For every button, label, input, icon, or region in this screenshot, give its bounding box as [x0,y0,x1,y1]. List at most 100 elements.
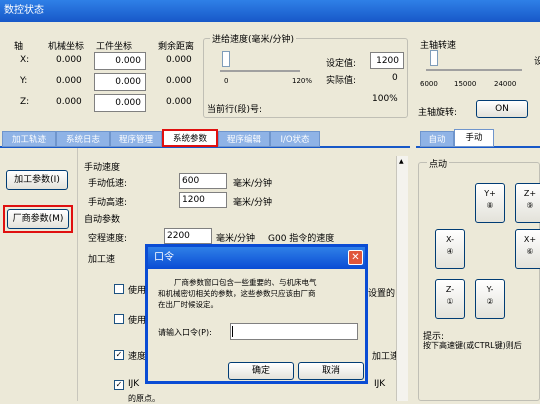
jog-y-minus-label: Y- [486,285,494,294]
jog-z-minus-key: ① [446,297,454,306]
current-line-label: 当前行(段)号: [207,105,263,115]
feed-actual-value: 0 [392,73,398,83]
feed-scale-min: 0 [224,77,229,85]
cancel-button[interactable]: 取消 [298,362,364,380]
feed-speed-title: 进给速度(毫米/分钟) [210,32,297,45]
jog-y-minus-button[interactable]: Y- ② [475,279,505,319]
check-4[interactable]: ✓ [114,380,124,390]
check-2[interactable] [114,314,124,324]
feed-slider-track[interactable] [220,70,300,72]
dialog-message-line2: 和机械密切相关的参数，这些参数只应该由厂商 [158,289,316,298]
jog-y-plus-button[interactable]: Y+ ⑧ [475,183,505,223]
axis-x-label: X: [20,55,30,65]
jog-x-plus-button[interactable]: X+ ⑥ [515,229,540,269]
feed-percent: 100% [372,94,398,104]
jog-x-plus-key: ⑥ [526,247,534,256]
jog-x-minus-key: ④ [446,247,454,256]
check-3[interactable]: ✓ [114,350,124,360]
password-dialog: 口令 ✕ 厂商参数窗口包含一些重要的、与机床电气 和机械密切相关的参数，这些参数… [145,244,368,384]
manual-low-unit: 毫米/分钟 [233,179,273,189]
dialog-title: 口令 [154,252,174,263]
axis-z-remaining: 0.000 [166,97,192,107]
jog-group: 点动 Y+ ⑧ Z+ ⑨ X- ④ X+ ⑥ Z- ① Y- ② 提示: 按下高速键(或CT… [418,157,540,401]
jog-x-minus-label: X- [446,235,454,244]
check-1[interactable] [114,284,124,294]
process-speed-label: 加工速 [88,255,116,265]
check-4-right: IJK [374,379,386,389]
vendor-params-button[interactable]: 厂商参数(M) [7,209,69,229]
text-cursor [232,326,233,337]
axis-x-work: 0.000 [94,52,146,70]
scroll-up-icon[interactable]: ▲ [399,158,404,165]
feed-set-label: 设定值: [326,59,357,69]
axis-z-machine: 0.000 [56,97,82,107]
manual-low-label: 手动低速: [88,179,128,189]
spindle-group: 主轴转速 设 6000 15000 24000 主轴旋转: ON [416,38,540,118]
spindle-on-button[interactable]: ON [476,100,528,118]
jog-x-plus-label: X+ [523,235,537,244]
dialog-message-line1: 厂商参数窗口包含一些重要的、与机床电气 [174,278,317,287]
feed-set-value: 1200 [370,52,404,69]
process-params-button[interactable]: 加工参数(I) [6,170,68,190]
tab-machining-track[interactable]: 加工轨迹 [2,131,56,147]
params-footer: 的原点。 [128,394,160,403]
jog-x-minus-button[interactable]: X- ④ [435,229,465,269]
jog-z-plus-label: Z+ [523,189,537,198]
spindle-set-label: 设 [534,57,540,67]
feed-scale-max: 120% [292,77,313,85]
window-title: 数控状态 [4,5,44,16]
axis-y-label: Y: [20,76,28,86]
jog-y-plus-key: ⑧ [486,201,494,210]
tab-io-status[interactable]: I/O状态 [270,131,320,147]
check-2-label: 使用 [128,316,147,326]
feed-actual-label: 实际值: [326,76,357,86]
axis-panel: 轴 机械坐标 工件坐标 剩余距离 X: 0.000 0.000 0.000 Y:… [0,22,200,122]
spindle-scale-3: 24000 [494,80,517,88]
param-category-sidebar: 加工参数(I) 厂商参数(M) [0,148,78,401]
axis-y-machine: 0.000 [56,76,82,86]
jog-z-minus-label: Z- [445,285,455,294]
dialog-title-bar: 口令 [148,247,365,269]
jog-z-plus-button[interactable]: Z+ ⑨ [515,183,540,223]
params-scrollbar[interactable]: ▲ [396,156,408,401]
manual-low-input[interactable]: 600 [179,173,227,189]
auto-params-heading: 自动参数 [84,215,121,225]
check-1-right: 设置的 [368,289,396,299]
ok-button[interactable]: 确定 [228,362,294,380]
tab-auto[interactable]: 自动 [420,131,454,147]
check-4-label: IJK [128,379,140,389]
feed-speed-group: 进给速度(毫米/分钟) 0 120% 设定值: 1200 实际值: 0 100%… [203,32,408,118]
tab-program-edit[interactable]: 程序编辑 [218,131,270,147]
spindle-slider-thumb[interactable] [430,50,438,66]
password-label: 请输入口令(P): [158,328,212,337]
dialog-message-line3: 在出厂时候设定。 [158,300,218,309]
spindle-slider-track[interactable] [426,69,522,71]
tab-manual[interactable]: 手动 [454,129,494,147]
jog-z-minus-button[interactable]: Z- ① [435,279,465,319]
travel-speed-note: G00 指令的速度 [268,234,335,244]
axis-z-label: Z: [20,97,30,107]
manual-high-unit: 毫米/分钟 [233,198,273,208]
tab-system-params[interactable]: 系统参数 [162,129,218,147]
check-3-right: 加工速 [372,352,400,362]
jog-y-plus-label: Y+ [484,189,496,198]
check-3-label: 速度 [128,352,147,362]
close-icon[interactable]: ✕ [348,250,363,265]
feed-slider-thumb[interactable] [222,51,230,67]
manual-high-input[interactable]: 1200 [179,192,227,208]
jog-tip-text: 按下高速键(或CTRL键)则后 [423,341,522,350]
axis-y-remaining: 0.000 [166,76,192,86]
password-input[interactable] [230,323,358,340]
tab-program-manager[interactable]: 程序管理 [110,131,162,147]
axis-x-remaining: 0.000 [166,55,192,65]
check-1-label: 使用 [128,286,147,296]
travel-speed-input[interactable]: 2200 [164,228,212,244]
tab-system-log[interactable]: 系统日志 [56,131,110,147]
manual-speed-heading: 手动速度 [84,163,121,173]
jog-y-minus-key: ② [486,297,494,306]
jog-title: 点动 [427,157,450,170]
travel-speed-label: 空程速度: [88,234,128,244]
machine-coord-header: 机械坐标 [48,42,85,52]
axis-z-work: 0.000 [94,94,146,112]
travel-speed-unit: 毫米/分钟 [216,234,256,244]
